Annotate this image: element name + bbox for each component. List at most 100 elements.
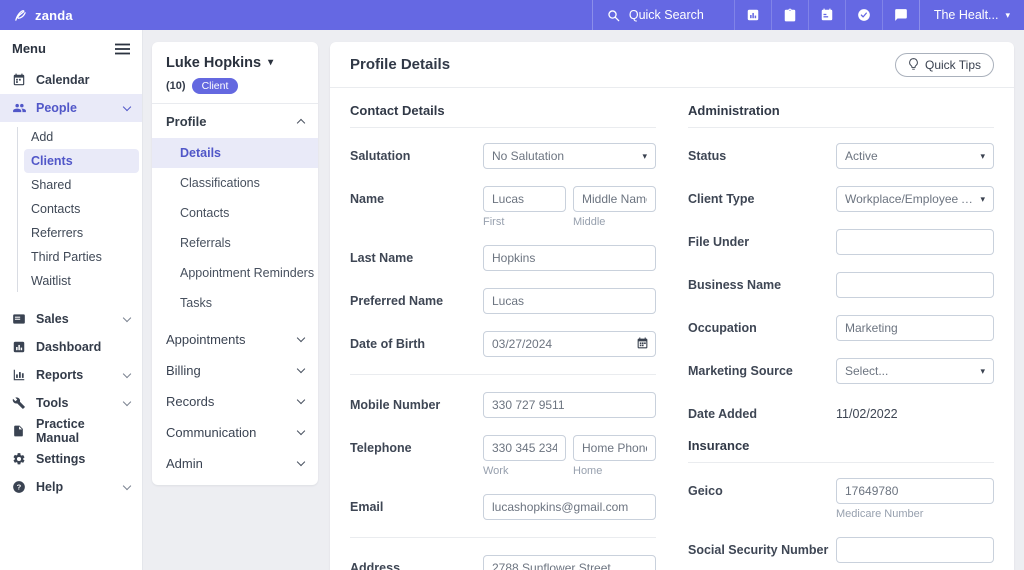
sidebar-item-reports[interactable]: Reports <box>0 361 142 389</box>
sidebar-item-label: Tools <box>36 396 69 410</box>
last-name-label: Last Name <box>350 251 414 265</box>
status-select[interactable]: Active ▾ <box>836 143 994 169</box>
stats-button[interactable] <box>733 0 771 30</box>
sidebar-item-label: Sales <box>36 312 69 326</box>
people-icon <box>12 101 27 116</box>
section-label: Admin <box>166 456 203 471</box>
salutation-select[interactable]: No Salutation ▾ <box>483 143 656 169</box>
file-under-input[interactable] <box>836 229 994 255</box>
dashboard-icon <box>12 340 27 355</box>
sidebar-item-clients[interactable]: Clients <box>24 149 139 173</box>
client-name-dropdown[interactable]: Luke Hopkins ▾ <box>166 55 304 71</box>
divider <box>350 537 656 538</box>
chevron-down-icon <box>122 313 132 322</box>
hamburger-icon[interactable] <box>115 43 130 55</box>
profile-item-details[interactable]: Details <box>152 138 318 168</box>
preferred-name-input[interactable] <box>483 288 656 314</box>
sidebar-item-dashboard[interactable]: Dashboard <box>0 333 142 361</box>
chevron-down-icon <box>296 364 306 374</box>
stats-icon <box>746 8 760 22</box>
client-type-select[interactable]: Workplace/Employee Assis... ▾ <box>836 186 994 212</box>
section-communication[interactable]: Communication <box>152 417 318 448</box>
calendar-icon <box>820 8 834 22</box>
section-records[interactable]: Records <box>152 386 318 417</box>
address-input[interactable] <box>483 555 656 570</box>
messages-button[interactable] <box>881 0 919 30</box>
sidebar-item-people[interactable]: People <box>0 94 142 122</box>
work-phone-input[interactable] <box>483 435 566 461</box>
chevron-down-icon <box>122 369 132 378</box>
sidebar-item-waitlist[interactable]: Waitlist <box>0 269 142 293</box>
chevron-down-icon <box>296 395 306 405</box>
sidebar-item-calendar[interactable]: Calendar <box>0 66 142 94</box>
sidebar-item-tools[interactable]: Tools <box>0 389 142 417</box>
home-phone-input[interactable] <box>573 435 656 461</box>
sales-icon <box>12 312 27 327</box>
section-label: Communication <box>166 425 257 440</box>
brand-name: zanda <box>35 7 73 23</box>
reports-icon <box>12 368 27 383</box>
section-appointments[interactable]: Appointments <box>152 324 318 355</box>
sidebar-item-label: Practice Manual <box>36 417 85 445</box>
middle-name-input[interactable] <box>573 186 656 212</box>
document-icon <box>12 424 27 439</box>
tasks-button[interactable] <box>844 0 882 30</box>
quick-search[interactable]: Quick Search <box>591 0 734 30</box>
brand-logo[interactable]: zanda <box>0 0 85 30</box>
client-count: (10) <box>166 80 186 92</box>
account-menu[interactable]: The Healt... ▾ <box>918 0 1024 30</box>
last-name-input[interactable] <box>483 245 656 271</box>
mobile-input[interactable] <box>483 392 656 418</box>
sidebar-item-sales[interactable]: Sales <box>0 305 142 333</box>
sidebar-item-third-parties[interactable]: Third Parties <box>0 245 142 269</box>
sidebar-item-label: Reports <box>36 368 84 382</box>
clipboard-icon <box>783 8 797 22</box>
profile-item-classifications[interactable]: Classifications <box>152 168 318 198</box>
home-helper: Home <box>573 465 603 477</box>
profile-item-tasks[interactable]: Tasks <box>152 288 318 318</box>
marketing-source-select[interactable]: Select... ▾ <box>836 358 994 384</box>
occupation-input[interactable] <box>836 315 994 341</box>
section-heading: Administration <box>688 103 994 128</box>
chevron-up-icon <box>296 118 306 128</box>
chat-icon <box>894 8 908 22</box>
client-nav-panel: Luke Hopkins ▾ (10) Client Profile Detai… <box>152 42 318 485</box>
quick-tips-button[interactable]: Quick Tips <box>894 52 994 77</box>
topbar: zanda Quick Search The Healt... ▾ <box>0 0 1024 30</box>
marketing-source-value: Select... <box>845 364 889 378</box>
business-name-input[interactable] <box>836 272 994 298</box>
profile-item-referrals[interactable]: Referrals <box>152 228 318 258</box>
business-name-label: Business Name <box>688 278 782 292</box>
sidebar-item-referrers[interactable]: Referrers <box>0 221 142 245</box>
section-billing[interactable]: Billing <box>152 355 318 386</box>
work-helper: Work <box>483 465 509 477</box>
sidebar-item-help[interactable]: ? Help <box>0 473 142 501</box>
sidebar-item-shared[interactable]: Shared <box>0 173 142 197</box>
email-input[interactable] <box>483 494 656 520</box>
calendar-button[interactable] <box>807 0 845 30</box>
sidebar-item-contacts[interactable]: Contacts <box>0 197 142 221</box>
main-sidebar: Menu Calendar People Add Clients Shared … <box>0 30 143 570</box>
calendar-icon[interactable] <box>636 337 649 350</box>
clipboard-button[interactable] <box>770 0 808 30</box>
section-heading: Contact Details <box>350 103 656 128</box>
ssn-input[interactable] <box>836 537 994 563</box>
ssn-label: Social Security Number <box>688 543 829 557</box>
occupation-label: Occupation <box>688 321 757 335</box>
people-submenu: Add Clients Shared Contacts Referrers Th… <box>0 122 142 297</box>
first-name-input[interactable] <box>483 186 566 212</box>
profile-item-appointment-reminders[interactable]: Appointment Reminders <box>152 258 318 288</box>
geico-number-input[interactable] <box>836 478 994 504</box>
sidebar-item-settings[interactable]: Settings <box>0 445 142 473</box>
sidebar-item-practice-manual[interactable]: Practice Manual <box>0 417 142 445</box>
profile-item-contacts[interactable]: Contacts <box>152 198 318 228</box>
dob-input[interactable] <box>483 331 656 357</box>
section-profile[interactable]: Profile <box>152 104 318 138</box>
section-admin[interactable]: Admin <box>152 448 318 479</box>
chevron-down-icon <box>296 426 306 436</box>
search-icon <box>607 9 620 22</box>
chevron-down-icon <box>296 457 306 467</box>
sidebar-item-label: Dashboard <box>36 340 102 354</box>
client-name: Luke Hopkins <box>166 55 262 71</box>
sidebar-item-add[interactable]: Add <box>0 125 142 149</box>
